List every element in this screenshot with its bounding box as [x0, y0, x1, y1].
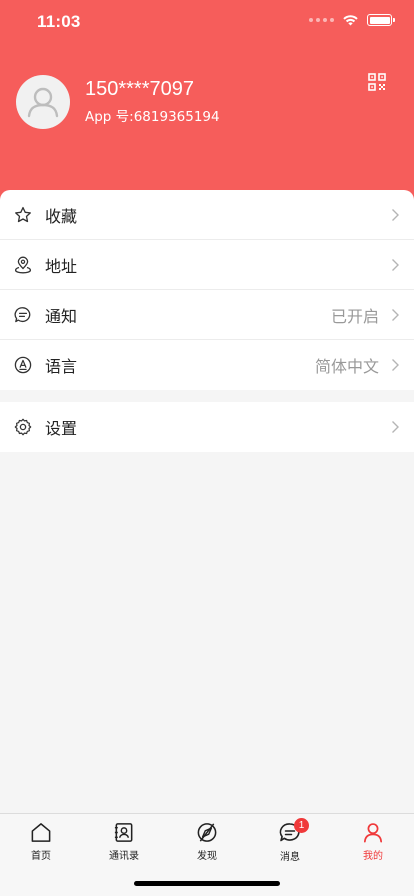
star-icon [15, 206, 31, 222]
user-phone: 150****7097 [85, 78, 194, 100]
menu-label: 设置 [45, 419, 78, 438]
chevron-right-icon [392, 208, 399, 221]
menu-label: 地址 [45, 256, 78, 276]
discover-icon [197, 823, 217, 842]
menu-item-language[interactable]: 语言 简体中文 [0, 340, 414, 390]
contacts-icon [114, 823, 133, 842]
profile-header: 11:03 150****7097 App 号:6819365194 [0, 0, 414, 215]
tab-home[interactable]: 首页 [0, 814, 82, 862]
chevron-right-icon [392, 421, 399, 433]
avatar[interactable] [16, 75, 70, 129]
tab-label: 消息 [280, 852, 300, 863]
language-icon [14, 356, 32, 374]
tab-discover[interactable]: 发现 [166, 814, 248, 862]
tab-contacts[interactable]: 通讯录 [83, 814, 165, 862]
user-app-id: App 号:6819365194 [85, 109, 220, 125]
menu-item-address[interactable]: 地址 [0, 240, 414, 290]
status-time: 11:03 [37, 12, 81, 31]
user-icon [363, 823, 383, 843]
status-bar: 11:03 [0, 0, 414, 46]
home-indicator [134, 881, 280, 886]
menu-item-settings[interactable]: 设置 [0, 402, 414, 452]
tab-label: 首页 [31, 851, 51, 862]
chat-bubble-icon [14, 306, 31, 322]
settings-section: 设置 [0, 402, 414, 452]
language-value: 简体中文 [314, 357, 379, 376]
chevron-right-icon [392, 308, 399, 321]
tab-messages[interactable]: 1 消息 [249, 814, 331, 863]
menu-item-notifications[interactable]: 通知 已开启 [0, 290, 414, 340]
qr-code-icon[interactable] [368, 73, 386, 91]
chevron-right-icon [392, 258, 399, 271]
message-icon-wrap: 1 [278, 818, 309, 845]
gear-icon [14, 418, 32, 436]
default-avatar-icon [27, 87, 59, 118]
menu-label: 通知 [45, 306, 78, 326]
menu-item-favorites[interactable]: 收藏 [0, 190, 414, 240]
menu-label: 收藏 [45, 206, 78, 226]
tab-me[interactable]: 我的 [332, 814, 414, 862]
menu-list: 收藏 地址 通知 已开启 语言 简体中文 [0, 190, 414, 390]
location-icon [14, 256, 32, 273]
unread-badge: 1 [294, 818, 309, 833]
signal-icon [309, 18, 334, 22]
tab-label: 发现 [197, 851, 217, 862]
home-icon [31, 823, 51, 842]
tab-label: 我的 [363, 851, 383, 862]
tab-label: 通讯录 [109, 851, 139, 862]
wifi-icon [343, 15, 358, 26]
status-icons [309, 14, 395, 26]
chevron-right-icon [392, 359, 399, 371]
battery-icon [367, 14, 395, 26]
notification-status: 已开启 [330, 306, 379, 326]
menu-label: 语言 [45, 357, 78, 376]
